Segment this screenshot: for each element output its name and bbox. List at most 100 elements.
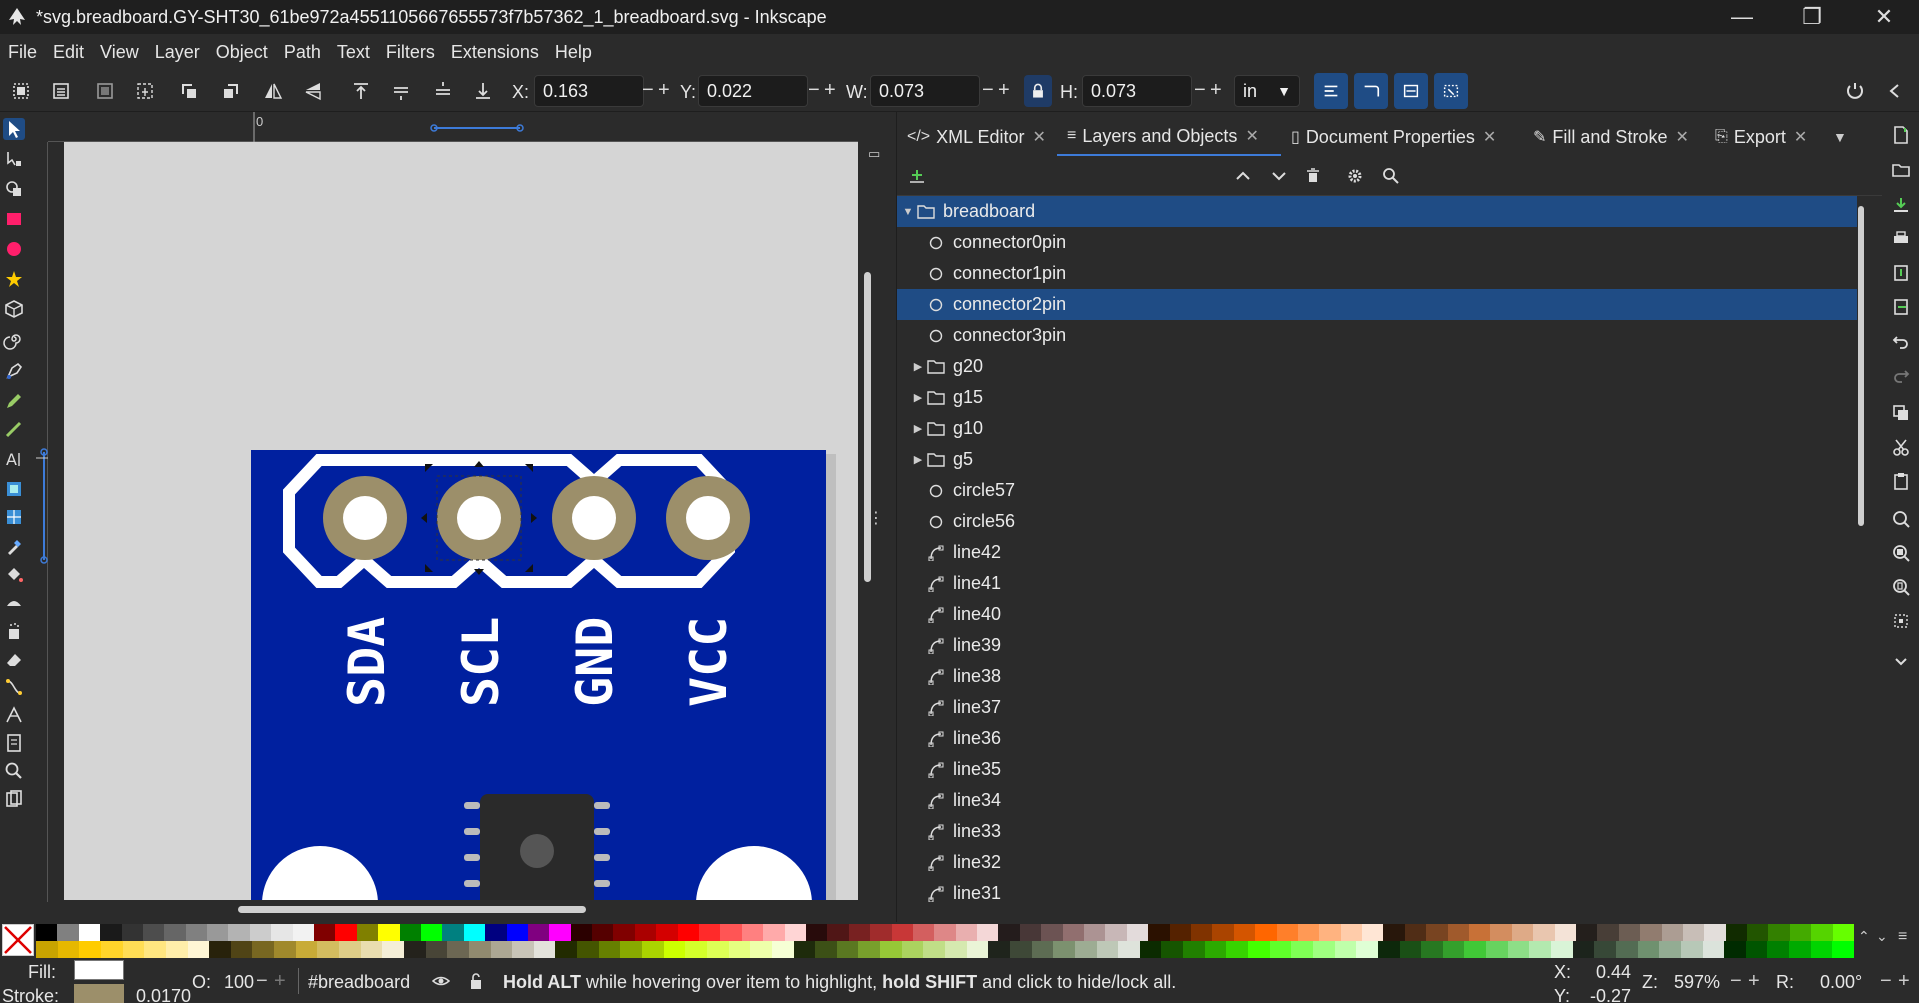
color-swatch[interactable] bbox=[356, 924, 379, 941]
color-swatch[interactable] bbox=[317, 941, 340, 958]
color-swatch[interactable] bbox=[1618, 924, 1641, 941]
color-swatch[interactable] bbox=[570, 924, 593, 941]
color-swatch[interactable] bbox=[1789, 924, 1812, 941]
color-swatch[interactable] bbox=[1096, 941, 1119, 958]
color-swatch[interactable] bbox=[468, 941, 491, 958]
color-swatch[interactable] bbox=[57, 941, 80, 958]
color-swatch[interactable] bbox=[252, 941, 275, 958]
color-swatch[interactable] bbox=[1529, 941, 1552, 958]
calligraphy-tool-icon[interactable] bbox=[3, 418, 25, 440]
x-input[interactable]: 0.163 bbox=[534, 75, 644, 107]
add-layer-icon[interactable] bbox=[907, 166, 927, 186]
stroke-indicator[interactable] bbox=[74, 984, 124, 1003]
color-swatch[interactable] bbox=[1340, 924, 1363, 941]
menu-view[interactable]: View bbox=[100, 42, 139, 63]
tree-row-line39[interactable]: line39 bbox=[897, 630, 1857, 661]
color-swatch[interactable] bbox=[1426, 924, 1449, 941]
color-swatch[interactable] bbox=[1362, 924, 1384, 941]
color-swatch[interactable] bbox=[1276, 924, 1299, 941]
color-swatch[interactable] bbox=[1640, 924, 1662, 941]
color-swatch[interactable] bbox=[858, 941, 881, 958]
color-swatch[interactable] bbox=[848, 924, 871, 941]
color-swatch[interactable] bbox=[1312, 941, 1336, 958]
palette-scroll-up-icon[interactable]: ⌃ bbox=[1858, 928, 1870, 945]
color-swatch[interactable] bbox=[230, 941, 253, 958]
move-gradients-button[interactable] bbox=[1394, 73, 1428, 109]
lower-to-bottom-icon[interactable] bbox=[472, 80, 494, 102]
color-swatch[interactable] bbox=[378, 924, 401, 941]
color-swatch[interactable] bbox=[901, 941, 924, 958]
w-decrement-button[interactable]: − bbox=[982, 80, 994, 100]
opacity-decrement-button[interactable]: − bbox=[256, 970, 268, 993]
move-down-icon[interactable] bbox=[1269, 166, 1289, 186]
color-swatch[interactable] bbox=[420, 924, 443, 941]
color-swatch[interactable] bbox=[1637, 941, 1660, 958]
color-swatch[interactable] bbox=[1572, 941, 1595, 958]
rotate-cw-icon[interactable] bbox=[220, 80, 242, 102]
palette-menu-icon[interactable]: ≡ bbox=[1898, 928, 1907, 946]
menu-filters[interactable]: Filters bbox=[386, 42, 435, 63]
color-swatch[interactable] bbox=[1291, 941, 1314, 958]
color-swatch[interactable] bbox=[100, 924, 123, 941]
color-swatch[interactable] bbox=[122, 941, 145, 958]
expand-arrow-icon[interactable]: ▼ bbox=[901, 206, 915, 218]
drawing-canvas[interactable]: SDA SCL GND VCC bbox=[64, 142, 858, 900]
layer-lock-icon[interactable] bbox=[468, 972, 484, 995]
color-swatch[interactable] bbox=[1183, 941, 1206, 958]
color-swatch[interactable] bbox=[1659, 941, 1682, 958]
color-swatch[interactable] bbox=[1469, 924, 1491, 941]
color-swatch[interactable] bbox=[1399, 941, 1422, 958]
shape-builder-tool-icon[interactable] bbox=[3, 178, 25, 200]
tweak-tool-icon[interactable] bbox=[3, 592, 25, 614]
color-swatch[interactable] bbox=[1490, 924, 1513, 941]
height-input[interactable]: 0.073 bbox=[1082, 75, 1192, 107]
selector-tool-icon[interactable] bbox=[3, 118, 25, 140]
color-swatch[interactable] bbox=[425, 941, 448, 958]
color-swatch[interactable] bbox=[815, 941, 838, 958]
lpe-tool-icon[interactable] bbox=[3, 704, 25, 726]
zoom-increment-button[interactable]: + bbox=[1748, 970, 1760, 993]
color-swatch[interactable] bbox=[1255, 924, 1277, 941]
color-swatch[interactable] bbox=[1702, 941, 1725, 958]
tab-document-properties[interactable]: ▯ Document Properties ✕ bbox=[1281, 118, 1523, 156]
tree-row-g10[interactable]: ▶ g10 bbox=[897, 413, 1857, 444]
display-mode-icon[interactable]: ▭ bbox=[868, 146, 880, 162]
tab-fill-and-stroke[interactable]: ✎ Fill and Stroke ✕ bbox=[1523, 118, 1705, 156]
color-swatch[interactable] bbox=[677, 924, 700, 941]
x-decrement-button[interactable]: − bbox=[808, 80, 820, 100]
redo-icon[interactable] bbox=[1890, 364, 1912, 386]
color-swatch[interactable] bbox=[1810, 941, 1833, 958]
color-swatch[interactable] bbox=[228, 924, 251, 941]
y-input[interactable]: 0.022 bbox=[698, 75, 808, 107]
color-swatch[interactable] bbox=[339, 941, 362, 958]
raise-icon[interactable] bbox=[390, 80, 412, 102]
color-swatch[interactable] bbox=[506, 924, 529, 941]
color-swatch[interactable] bbox=[577, 941, 600, 958]
color-swatch[interactable] bbox=[209, 941, 232, 958]
tree-row-connector3pin[interactable]: connector3pin bbox=[897, 320, 1857, 351]
color-swatch[interactable] bbox=[836, 941, 859, 958]
color-swatch[interactable] bbox=[966, 941, 989, 958]
color-swatch[interactable] bbox=[1745, 941, 1768, 958]
delete-icon[interactable] bbox=[1303, 166, 1323, 186]
tree-row-g20[interactable]: ▶ g20 bbox=[897, 351, 1857, 382]
deselect-icon[interactable] bbox=[94, 80, 116, 102]
color-swatch[interactable] bbox=[185, 924, 208, 941]
node-tool-icon[interactable] bbox=[3, 148, 25, 170]
color-swatch[interactable] bbox=[1319, 924, 1342, 941]
color-swatch[interactable] bbox=[1126, 924, 1149, 941]
spiral-tool-icon[interactable] bbox=[3, 328, 25, 350]
color-swatch[interactable] bbox=[1511, 924, 1534, 941]
color-swatch[interactable] bbox=[1704, 924, 1727, 941]
move-up-icon[interactable] bbox=[1233, 166, 1253, 186]
color-swatch[interactable] bbox=[1724, 941, 1747, 958]
color-swatch[interactable] bbox=[403, 941, 427, 958]
tree-row-line32[interactable]: line32 bbox=[897, 847, 1857, 878]
rotation-decrement-button[interactable]: − bbox=[1880, 970, 1892, 993]
tab-export[interactable]: ⎘ Export ✕ bbox=[1705, 118, 1823, 156]
color-swatch[interactable] bbox=[1204, 941, 1227, 958]
color-swatch[interactable] bbox=[142, 924, 165, 941]
color-swatch[interactable] bbox=[1486, 941, 1509, 958]
collapse-arrow-icon[interactable]: ▶ bbox=[911, 360, 925, 373]
color-swatch[interactable] bbox=[79, 941, 102, 958]
